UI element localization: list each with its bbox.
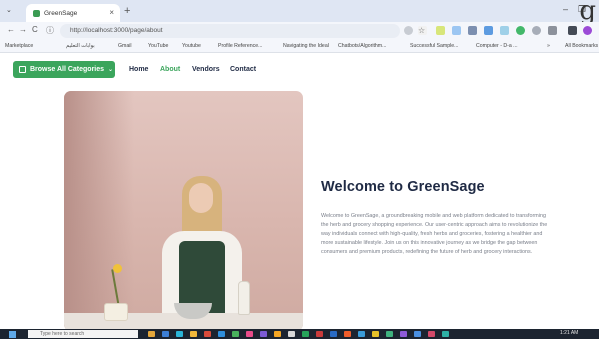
password-key-icon[interactable] — [404, 26, 413, 35]
bookmark-item[interactable]: Computer - D-a ... — [476, 43, 518, 49]
taskbar-app-icon[interactable] — [358, 331, 365, 337]
about-hero-image — [64, 91, 303, 331]
taskbar-app-icon[interactable] — [330, 331, 337, 337]
taskbar-app-icon[interactable] — [176, 331, 183, 337]
all-bookmarks-folder[interactable]: All Bookmarks — [565, 43, 598, 49]
new-tab-button[interactable]: + — [124, 5, 130, 17]
taskbar-app-icon[interactable] — [344, 331, 351, 337]
extension-icon[interactable] — [452, 26, 461, 35]
grid-icon — [19, 66, 26, 73]
extension-icon[interactable] — [436, 26, 445, 35]
site-info-icon[interactable]: ⓘ — [46, 25, 54, 36]
back-button[interactable]: ← — [7, 25, 15, 34]
woman-face — [189, 183, 213, 213]
nav-contact[interactable]: Contact — [230, 66, 256, 73]
nav-home[interactable]: Home — [129, 66, 148, 73]
bookmark-star-icon[interactable]: ☆ — [418, 26, 427, 35]
milk-bottle — [238, 281, 250, 315]
minimize-button[interactable]: – — [563, 4, 568, 14]
profile-avatar-icon[interactable] — [583, 26, 592, 35]
taskbar-app-icon[interactable] — [274, 331, 281, 337]
taskbar-app-icon[interactable] — [442, 331, 449, 337]
about-description: Welcome to GreenSage, a groundbreaking m… — [321, 213, 548, 255]
address-bar-row: ← → C ⓘ http://localhost:3000/page/about… — [0, 22, 599, 40]
forward-button[interactable]: → — [19, 25, 27, 34]
taskbar-app-icon[interactable] — [232, 331, 239, 337]
site-header: Browse All Categories ⌄ Home About Vendo… — [0, 53, 599, 86]
extension-icon[interactable] — [484, 26, 493, 35]
nav-vendors[interactable]: Vendors — [192, 66, 220, 73]
tab-title: GreenSage — [44, 9, 78, 17]
yellow-flower — [113, 264, 122, 273]
taskbar-app-icon[interactable] — [288, 331, 295, 337]
extensions-puzzle-icon[interactable] — [548, 26, 557, 35]
about-section: Welcome to GreenSage Welcome to GreenSag… — [0, 86, 599, 331]
bookmark-item[interactable]: Successful Sample... — [410, 43, 458, 49]
browse-categories-label: Browse All Categories — [30, 66, 105, 73]
tab-strip: ⌄ GreenSage × + – ❐ g — [0, 0, 599, 26]
tab-close-icon[interactable]: × — [109, 8, 114, 17]
bookmark-item[interactable]: Marketplace — [5, 43, 33, 49]
chevron-down-icon: ⌄ — [108, 67, 114, 73]
reload-button[interactable]: C — [32, 25, 38, 34]
extension-icon[interactable] — [468, 26, 477, 35]
bookmark-item[interactable]: Navigating the Ideal — [283, 43, 329, 49]
bookmark-item[interactable]: Gmail — [118, 43, 132, 49]
taskbar-app-icon[interactable] — [372, 331, 379, 337]
tab-search-button[interactable]: ⌄ — [6, 6, 12, 14]
extension-icon[interactable] — [532, 26, 541, 35]
taskbar-app-icon[interactable] — [246, 331, 253, 337]
taskbar-app-icon[interactable] — [162, 331, 169, 337]
taskbar-app-icon[interactable] — [428, 331, 435, 337]
glass-jar — [104, 303, 128, 321]
bookmark-item[interactable]: Chatbots/Algorithm... — [338, 43, 386, 49]
windows-start-icon[interactable] — [9, 331, 16, 338]
taskbar-clock[interactable]: 1:21 AM — [560, 330, 578, 336]
greensage-favicon-icon — [33, 9, 40, 17]
taskbar-app-icon[interactable] — [148, 331, 155, 337]
taskbar-app-icon[interactable] — [414, 331, 421, 337]
taskbar-app-icon[interactable] — [204, 331, 211, 337]
about-title: Welcome to GreenSage — [321, 179, 485, 195]
bookmarks-bar: Marketplace بوابات التعليم Gmail YouTube… — [0, 40, 599, 53]
side-panel-icon[interactable] — [568, 26, 577, 35]
extension-icon[interactable] — [500, 26, 509, 35]
taskbar-app-icon[interactable] — [190, 331, 197, 337]
url-input[interactable]: http://localhost:3000/page/about — [60, 24, 400, 38]
taskbar-app-icon[interactable] — [400, 331, 407, 337]
tab-greensage[interactable]: GreenSage × — [26, 4, 120, 22]
browse-categories-button[interactable]: Browse All Categories ⌄ — [13, 61, 115, 78]
bookmark-item[interactable]: Youtube — [182, 43, 201, 49]
extension-icon[interactable] — [516, 26, 525, 35]
windows-taskbar: Type here to search 1:21 AM — [0, 329, 599, 339]
browser-window: ⌄ GreenSage × + – ❐ g ← → C ⓘ http://loc… — [0, 0, 599, 339]
taskbar-app-icon[interactable] — [218, 331, 225, 337]
bookmark-item[interactable]: Profile Reference... — [218, 43, 262, 49]
bookmark-item[interactable]: YouTube — [148, 43, 168, 49]
bookmark-item[interactable]: بوابات التعليم — [66, 43, 95, 49]
taskbar-app-icon[interactable] — [316, 331, 323, 337]
more-bookmarks-button[interactable]: » — [547, 43, 550, 49]
wall-shadow — [64, 91, 134, 331]
taskbar-app-icon[interactable] — [302, 331, 309, 337]
taskbar-app-icon[interactable] — [386, 331, 393, 337]
nav-about[interactable]: About — [160, 66, 180, 73]
taskbar-app-icon[interactable] — [260, 331, 267, 337]
taskbar-search-input[interactable]: Type here to search — [28, 330, 138, 338]
